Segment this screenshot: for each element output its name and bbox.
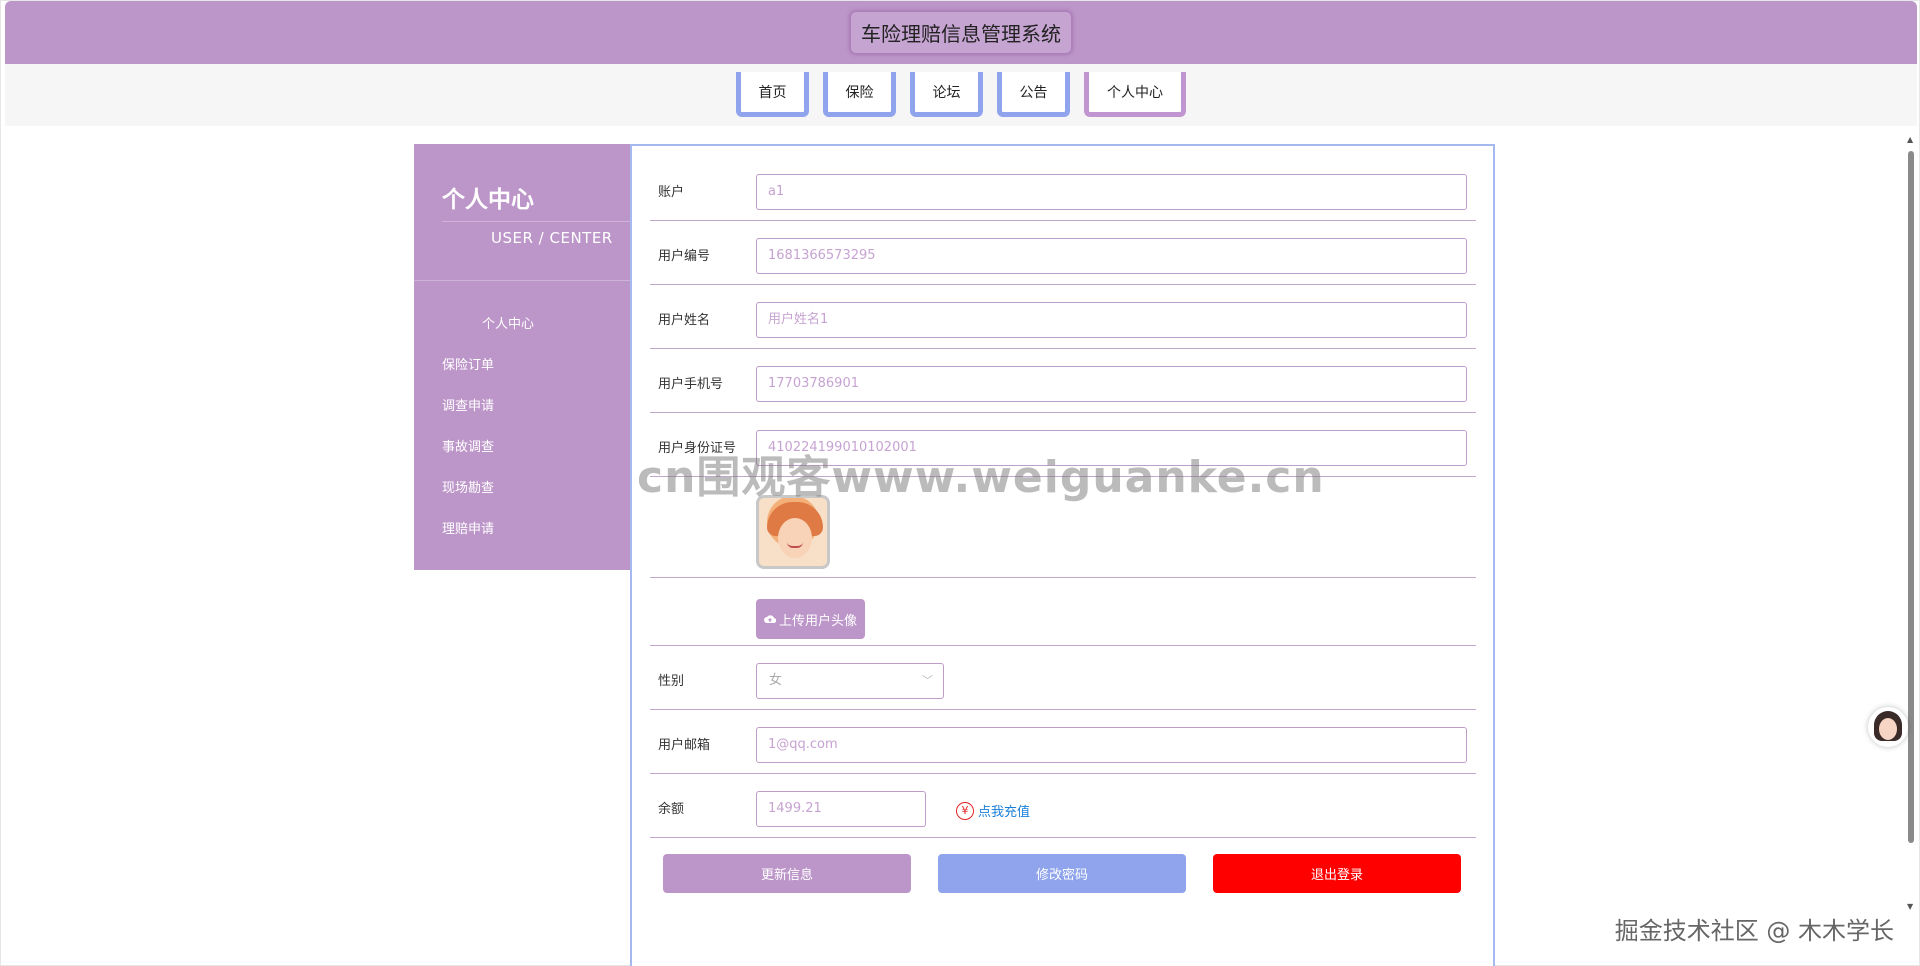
id-card-field[interactable]: 410224199010102001 — [756, 430, 1467, 466]
balance-field[interactable]: 1499.21 — [756, 791, 926, 827]
cloud-upload-icon — [764, 615, 776, 624]
sidebar-item-user-center[interactable]: 个人中心 — [414, 304, 630, 345]
assistant-face — [1879, 718, 1897, 740]
logout-button[interactable]: 退出登录 — [1213, 854, 1461, 893]
credit-watermark: 掘金技术社区 @ 木木学长 — [1614, 917, 1894, 945]
chevron-down-icon: ﹀ — [922, 674, 933, 687]
form-row-gender: 性别 女 ﹀ — [650, 646, 1476, 710]
upload-avatar-button[interactable]: 上传用户头像 — [756, 599, 866, 639]
sidebar-item-claim-requests[interactable]: 理赔申请 — [414, 509, 630, 550]
scroll-down-icon[interactable]: ▼ — [1907, 902, 1913, 911]
sidebar-subtitle: USER / CENTER — [491, 229, 613, 247]
user-no-field[interactable]: 1681366573295 — [756, 238, 1467, 274]
recharge-label: 点我充值 — [978, 805, 1031, 820]
user-name-label: 用户姓名 — [658, 313, 711, 328]
nav-item-notice[interactable]: 公告 — [997, 72, 1070, 117]
header-bar: 车险理赔信息管理系统 — [5, 1, 1917, 64]
scroll-thumb[interactable] — [1908, 151, 1914, 843]
app-title: 车险理赔信息管理系统 — [850, 11, 1072, 54]
page: 车险理赔信息管理系统 首页 保险 论坛 公告 个人中心 个人中心 USER / … — [0, 0, 1920, 966]
email-label: 用户邮箱 — [658, 738, 711, 753]
gender-value: 女 — [769, 673, 783, 688]
change-password-button[interactable]: 修改密码 — [938, 854, 1186, 893]
recharge-link[interactable]: ¥ 点我充值 — [956, 801, 1030, 820]
form-row-balance: 余额 1499.21 ¥ 点我充值 — [650, 774, 1476, 838]
scroll-up-icon[interactable]: ▲ — [1907, 135, 1913, 144]
balance-label: 余额 — [658, 802, 685, 817]
account-field[interactable]: a1 — [756, 174, 1467, 210]
assistant-avatar[interactable] — [1868, 707, 1908, 747]
account-label: 账户 — [658, 185, 685, 200]
user-avatar — [756, 495, 830, 569]
sidebar-menu: 个人中心 保险订单 调查申请 事故调查 现场勘查 理赔申请 — [414, 304, 630, 550]
sidebar-title: 个人中心 — [442, 187, 534, 213]
gender-label: 性别 — [658, 674, 685, 689]
top-nav: 首页 保险 论坛 公告 个人中心 — [5, 64, 1917, 126]
sidebar-item-insurance-orders[interactable]: 保险订单 — [414, 345, 630, 386]
form-row-account: 账户 a1 — [650, 146, 1476, 221]
sidebar-item-site-inspection[interactable]: 现场勘查 — [414, 468, 630, 509]
form-row-phone: 用户手机号 17703786901 — [650, 349, 1476, 413]
id-card-label: 用户身份证号 — [658, 441, 737, 456]
gender-select[interactable]: 女 ﹀ — [756, 663, 944, 699]
nav-item-user-center[interactable]: 个人中心 — [1084, 72, 1186, 117]
email-field[interactable]: 1@qq.com — [756, 727, 1467, 763]
yen-icon: ¥ — [956, 801, 974, 820]
form-row-user-name: 用户姓名 用户姓名1 — [650, 285, 1476, 349]
form-row-avatar — [650, 477, 1476, 578]
sidebar-divider — [414, 280, 630, 281]
form-row-email: 用户邮箱 1@qq.com — [650, 710, 1476, 774]
sidebar-item-survey-requests[interactable]: 调查申请 — [414, 386, 630, 427]
form-row-id-card: 用户身份证号 410224199010102001 — [650, 413, 1476, 477]
nav-item-insurance[interactable]: 保险 — [823, 72, 896, 117]
sidebar: 个人中心 USER / CENTER 个人中心 保险订单 调查申请 事故调查 现… — [414, 144, 630, 570]
form-row-upload: 上传用户头像 — [650, 578, 1476, 646]
nav-item-home[interactable]: 首页 — [736, 72, 809, 117]
sidebar-divider — [442, 221, 630, 222]
form-row-user-no: 用户编号 1681366573295 — [650, 221, 1476, 285]
nav-item-forum[interactable]: 论坛 — [910, 72, 983, 117]
avatar-face — [778, 518, 812, 558]
update-info-button[interactable]: 更新信息 — [663, 854, 911, 893]
upload-avatar-label: 上传用户头像 — [779, 613, 858, 629]
profile-form: 账户 a1 用户编号 1681366573295 用户姓名 用户姓名1 用户手机… — [630, 144, 1495, 966]
user-no-label: 用户编号 — [658, 249, 711, 264]
user-name-field[interactable]: 用户姓名1 — [756, 302, 1467, 338]
phone-field[interactable]: 17703786901 — [756, 366, 1467, 402]
phone-label: 用户手机号 — [658, 377, 724, 392]
page-scrollbar[interactable]: ▲ ▼ — [1904, 131, 1917, 911]
sidebar-item-accident-survey[interactable]: 事故调查 — [414, 427, 630, 468]
